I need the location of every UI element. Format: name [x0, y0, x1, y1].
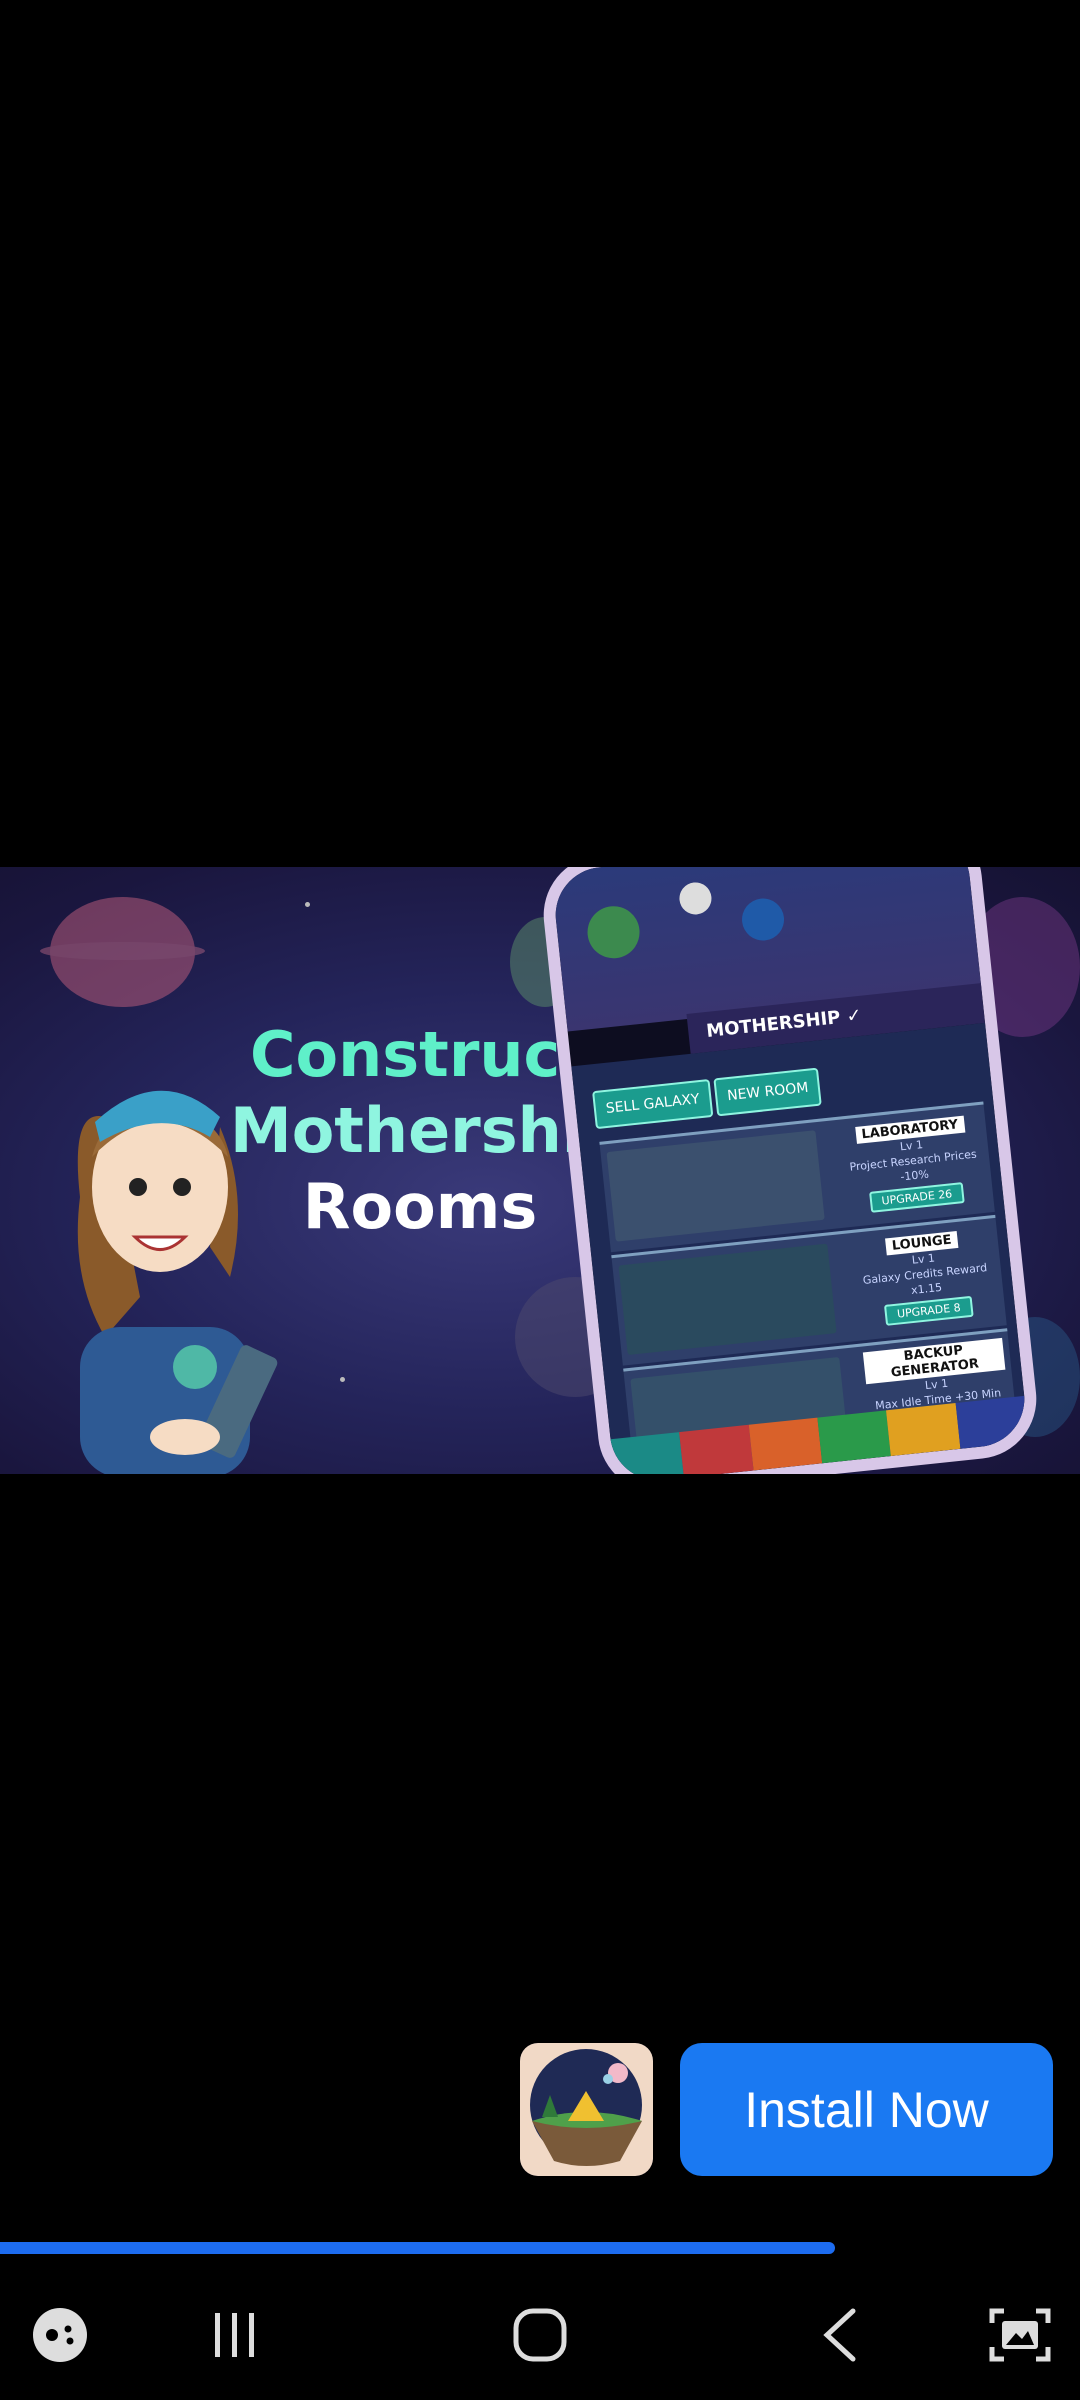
recent-apps-icon[interactable]: [195, 2290, 275, 2380]
system-navigation-bar: [0, 2270, 1080, 2400]
spiral-galaxy-icon: [677, 880, 714, 917]
game-tab[interactable]: [748, 1417, 823, 1471]
ad-creative[interactable]: Construct Mothership Rooms MOTHERSHIP ✓: [0, 867, 1080, 1474]
new-room-button[interactable]: NEW ROOM: [713, 1067, 823, 1117]
game-screen: MOTHERSHIP ✓ SELL GALAXY NEW ROOM LABORA…: [550, 867, 1030, 1474]
game-tab[interactable]: [886, 1403, 961, 1457]
game-tab[interactable]: [679, 1424, 754, 1474]
back-icon[interactable]: [800, 2290, 880, 2380]
app-icon[interactable]: [520, 2043, 653, 2176]
chevron-down-icon: ✓: [845, 1004, 863, 1028]
rooms-area: SELL GALAXY NEW ROOM LABORATORY Lv 1 Pro…: [571, 1022, 1030, 1474]
install-now-button[interactable]: Install Now: [680, 2043, 1053, 2176]
floating-island-icon: [520, 2043, 653, 2176]
install-now-label: Install Now: [744, 2081, 989, 2138]
game-tab[interactable]: [817, 1410, 892, 1464]
background-planet: [40, 897, 205, 1007]
game-tab[interactable]: [610, 1432, 685, 1474]
earth-icon: [584, 903, 643, 961]
room-scene: [618, 1243, 837, 1356]
mothership-label: MOTHERSHIP: [705, 1007, 842, 1042]
upgrade-button[interactable]: UPGRADE 8: [884, 1295, 974, 1326]
astronaut-woman-illustration: [77, 1090, 278, 1474]
game-controller-icon[interactable]: [20, 2290, 100, 2380]
phone-mockup: MOTHERSHIP ✓ SELL GALAXY NEW ROOM LABORA…: [537, 867, 1043, 1474]
game-tab[interactable]: [955, 1395, 1030, 1449]
upgrade-button[interactable]: UPGRADE 26: [868, 1182, 966, 1213]
sell-galaxy-button[interactable]: SELL GALAXY: [592, 1078, 714, 1130]
video-progress-bar[interactable]: [0, 2242, 1080, 2254]
blue-planet-icon: [739, 896, 787, 943]
star: [305, 902, 310, 907]
video-progress-fill: [0, 2242, 835, 2254]
star: [340, 1377, 345, 1382]
screenshot-icon[interactable]: [980, 2290, 1060, 2380]
home-icon[interactable]: [495, 2290, 585, 2380]
room-scene: [606, 1130, 825, 1242]
